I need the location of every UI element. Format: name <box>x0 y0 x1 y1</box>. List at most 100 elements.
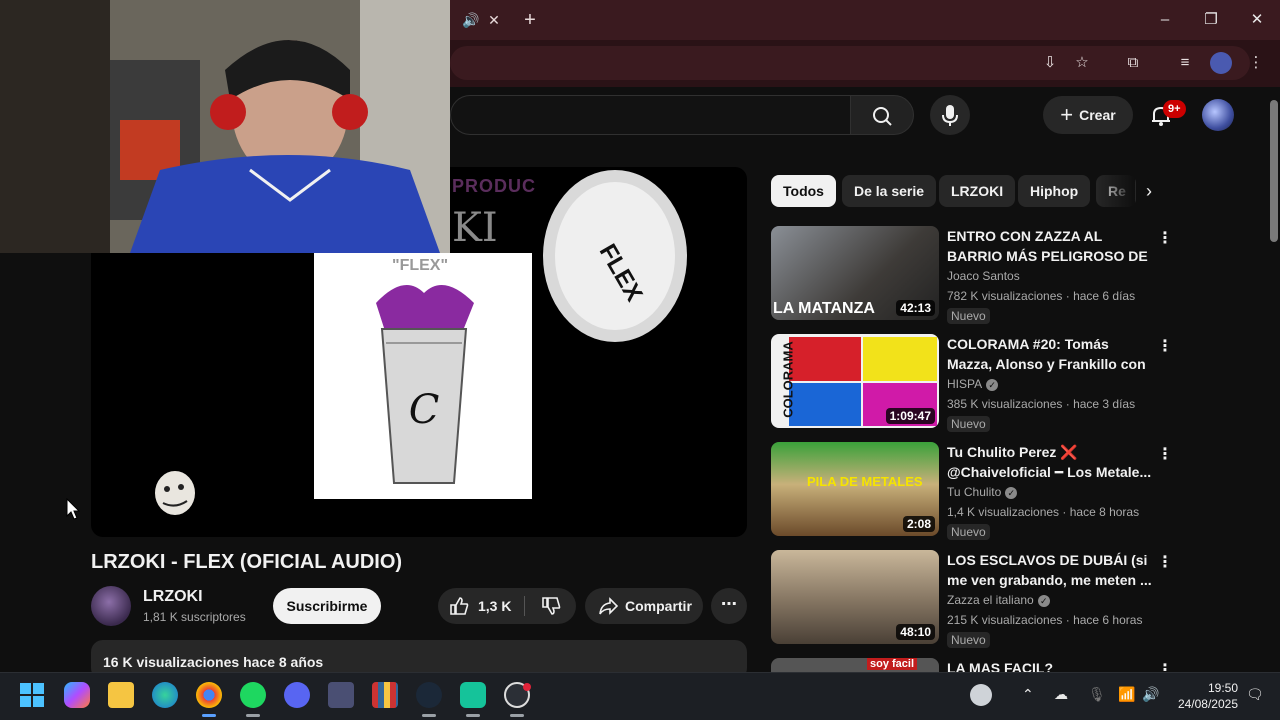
mouse-cursor-icon <box>66 498 80 520</box>
restore-button[interactable]: ❐ <box>1201 10 1221 30</box>
copilot-icon[interactable] <box>64 682 90 708</box>
search-input[interactable] <box>450 95 850 135</box>
recommendation-item[interactable]: soy facil LA MAS FACIL? ⋮ <box>771 658 1171 672</box>
thumbnail-caption: LA MATANZA <box>773 300 875 317</box>
search-button[interactable] <box>850 95 914 135</box>
rec-channel[interactable]: Zazza el italiano ✓ <box>947 593 1050 607</box>
rec-title[interactable]: Tu Chulito Perez ❌ @Chaiveloficial ━ Los… <box>947 442 1155 482</box>
kebab-menu-icon[interactable]: ⋮ <box>1157 552 1173 572</box>
video-thumbnail[interactable]: 48:10 <box>771 550 939 644</box>
share-icon <box>599 597 619 615</box>
video-duration: 1:09:47 <box>885 408 935 424</box>
kebab-menu-icon[interactable]: ⋮ <box>1157 228 1173 248</box>
chevron-right-icon[interactable]: › <box>1138 180 1160 202</box>
video-thumbnail[interactable]: PILA DE METALES 2:08 <box>771 442 939 536</box>
thumbnail-caption: soy facil <box>867 658 918 670</box>
share-label: Compartir <box>625 598 692 614</box>
rec-title[interactable]: ENTRO CON ZAZZA AL BARRIO MÁS PELIGROSO … <box>947 226 1155 266</box>
thumbs-up-icon <box>450 597 469 615</box>
microphone-icon <box>942 105 958 126</box>
app-icon[interactable] <box>328 682 354 708</box>
video-duration: 2:08 <box>902 516 935 532</box>
steam-icon[interactable] <box>416 682 442 708</box>
microphone-tray-icon[interactable]: 🎙 <box>1088 686 1106 703</box>
wifi-icon[interactable]: 📶 <box>1118 686 1135 703</box>
chip-lrzoki[interactable]: LRZOKI <box>939 175 1016 207</box>
profile-avatar-icon[interactable] <box>1210 52 1232 74</box>
dislike-button[interactable] <box>525 588 576 624</box>
winrar-icon[interactable] <box>372 682 398 708</box>
subscriber-count: 1,81 K suscriptores <box>143 610 246 624</box>
install-app-icon[interactable]: ⇩ <box>1039 52 1061 74</box>
more-actions-button[interactable]: ⋯ <box>711 588 747 624</box>
channel-name[interactable]: LRZOKI <box>143 588 203 606</box>
chip-de-la-serie[interactable]: De la serie <box>842 175 937 207</box>
recommendation-item[interactable]: 48:10 LOS ESCLAVOS DE DUBÁI (si me ven g… <box>771 550 1173 648</box>
recommendation-item[interactable]: LA MATANZA 42:13 ENTRO CON ZAZZA AL BARR… <box>771 226 1173 324</box>
webcam-overlay <box>0 0 450 253</box>
media-control-icon[interactable]: ≡ <box>1174 52 1196 74</box>
rec-channel[interactable]: Tu Chulito ✓ <box>947 485 1018 499</box>
minimize-button[interactable]: – <box>1155 10 1175 30</box>
clock-time: 19:50 <box>1207 681 1238 695</box>
flex-blob-graphic: FLEX <box>540 168 690 350</box>
recommendation-item[interactable]: PILA DE METALES 2:08 Tu Chulito Perez ❌ … <box>771 442 1173 540</box>
discord-icon[interactable] <box>284 682 310 708</box>
video-duration: 48:10 <box>896 624 935 640</box>
video-thumbnail[interactable]: COLORAMA 1:09:47 <box>771 334 939 428</box>
chip-todos[interactable]: Todos <box>771 175 836 207</box>
start-button[interactable] <box>19 682 45 708</box>
search-icon <box>873 107 892 126</box>
rec-title[interactable]: LOS ESCLAVOS DE DUBÁI (si me ven graband… <box>947 550 1155 590</box>
share-button[interactable]: Compartir <box>585 588 703 624</box>
voice-search-button[interactable] <box>930 95 970 135</box>
whatsapp-icon[interactable] <box>460 682 486 708</box>
chip-fade <box>1095 175 1135 207</box>
account-avatar[interactable] <box>1202 99 1234 131</box>
spotify-running-indicator <box>246 714 260 717</box>
rec-title[interactable]: COLORAMA #20: Tomás Mazza, Alonso y Fran… <box>947 334 1155 374</box>
notifications-tray-icon[interactable]: 🗨 <box>1246 686 1264 703</box>
close-window-button[interactable]: ✕ <box>1247 10 1267 30</box>
rec-channel[interactable]: Joaco Santos <box>947 269 1020 283</box>
menu-kebab-icon[interactable]: ⋮ <box>1245 52 1267 74</box>
kebab-menu-icon[interactable]: ⋮ <box>1157 444 1173 464</box>
scrollbar-thumb[interactable] <box>1270 100 1278 242</box>
video-thumbnail[interactable]: LA MATANZA 42:13 <box>771 226 939 320</box>
bookmark-star-icon[interactable]: ☆ <box>1071 52 1093 74</box>
cloud-sync-icon[interactable]: ☁ <box>1054 686 1068 703</box>
spotify-icon[interactable] <box>240 682 266 708</box>
edge-icon[interactable] <box>152 682 178 708</box>
kebab-menu-icon[interactable]: ⋮ <box>1157 336 1173 356</box>
weather-icon[interactable] <box>970 684 992 706</box>
chevron-up-icon[interactable]: ⌃ <box>1022 686 1034 703</box>
create-label: Crear <box>1079 107 1116 123</box>
video-overlay-text: PRODUC <box>452 176 537 196</box>
new-tab-button[interactable]: + <box>522 10 538 30</box>
new-badge: Nuevo <box>947 632 990 648</box>
chip-hiphop[interactable]: Hiphop <box>1018 175 1091 207</box>
subscribe-button[interactable]: Suscribirme <box>273 588 381 624</box>
rec-stats: 782 K visualizaciones · hace 6 días <box>947 289 1136 303</box>
video-thumbnail[interactable]: soy facil <box>771 658 939 672</box>
tab-close-icon[interactable]: ✕ <box>486 12 502 28</box>
rec-channel[interactable]: HISPA ✓ <box>947 377 999 391</box>
kebab-menu-icon[interactable]: ⋮ <box>1157 660 1171 672</box>
thumbs-down-icon <box>541 597 560 615</box>
cup-graphic: C <box>376 285 474 484</box>
chrome-icon[interactable] <box>196 682 222 708</box>
create-button[interactable]: + Crear <box>1043 96 1133 134</box>
extensions-icon[interactable]: ⧉ <box>1122 52 1144 74</box>
windows-logo-icon <box>20 683 44 707</box>
rec-title[interactable]: LA MAS FACIL? <box>947 658 1155 672</box>
tab-audio-icon[interactable]: 🔊 <box>462 12 479 28</box>
steam-running-indicator <box>422 714 436 717</box>
system-clock[interactable]: 19:50 24/08/2025 <box>1172 680 1238 712</box>
thumbnail-caption: COLORAMA <box>780 341 796 418</box>
file-explorer-icon[interactable] <box>108 682 134 708</box>
whatsapp-running-indicator <box>466 714 480 717</box>
channel-avatar[interactable] <box>91 586 131 626</box>
recommendation-item[interactable]: COLORAMA 1:09:47 COLORAMA #20: Tomás Maz… <box>771 334 1173 432</box>
volume-icon[interactable]: 🔊 <box>1142 686 1159 703</box>
like-button[interactable]: 1,3 K <box>438 588 524 624</box>
